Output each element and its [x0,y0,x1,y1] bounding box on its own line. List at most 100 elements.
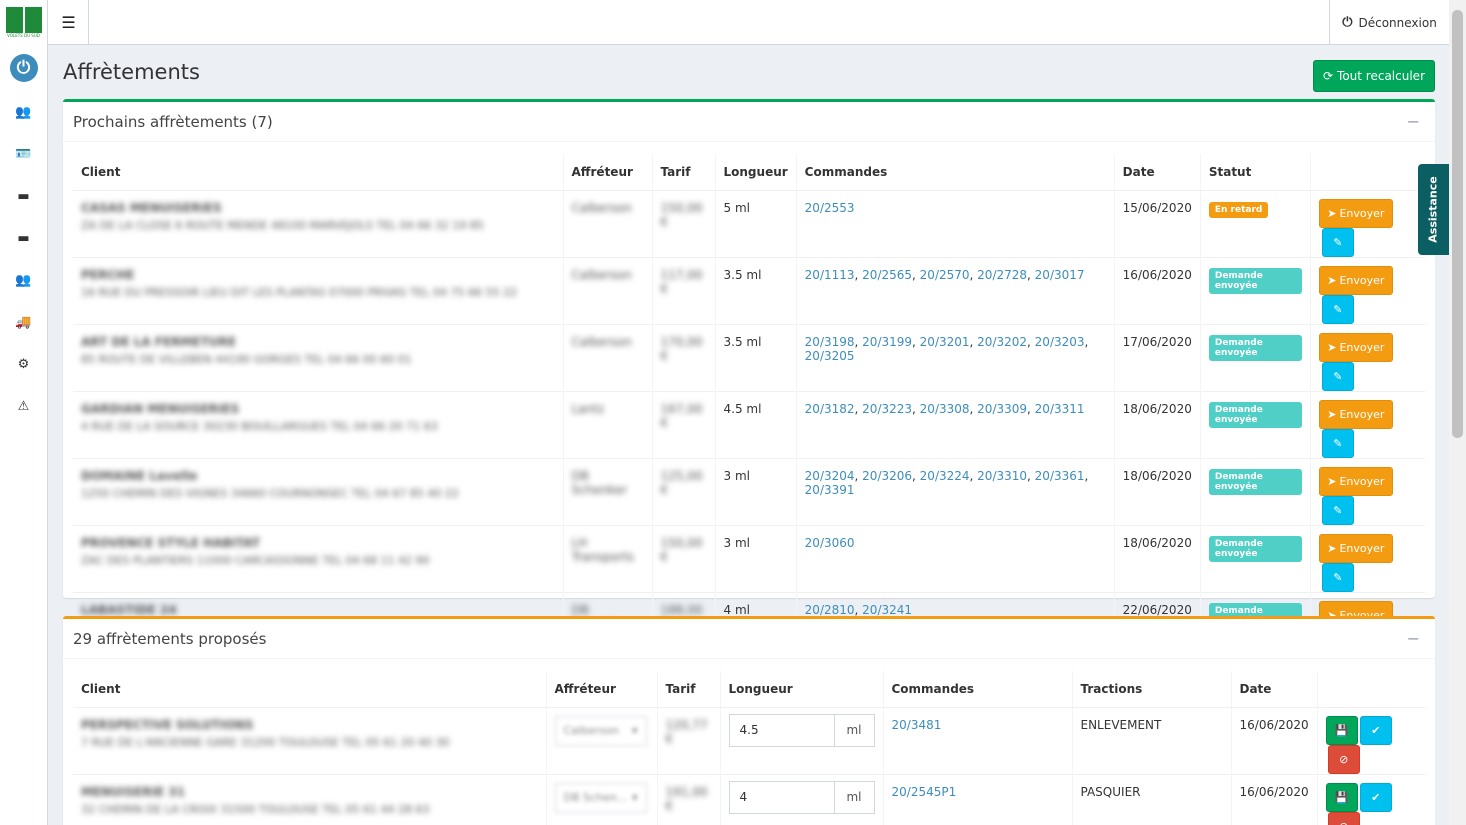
order-link[interactable]: 20/3204 [805,469,855,483]
affreteur-select[interactable]: DB Schen... ▾ [554,782,647,813]
column-header[interactable]: Tarif [651,154,715,191]
order-link[interactable]: 20/3182 [805,402,855,416]
order-link[interactable]: 20/3310 [977,469,1027,483]
check-icon: ✔ [1371,723,1381,737]
collapse-icon[interactable]: − [1407,629,1420,648]
sidebar-item-freight[interactable]: 🚚 [0,301,47,343]
validate-button[interactable]: ✔ [1359,782,1392,812]
reject-button[interactable]: ⊘ [1327,811,1360,825]
sidebar-item-archive-2[interactable]: ▬ [0,217,47,259]
order-link[interactable]: 20/2565 [862,268,912,282]
order-link[interactable]: 20/3224 [920,469,970,483]
order-link[interactable]: 20/3199 [862,335,912,349]
order-link[interactable]: 20/3309 [977,402,1027,416]
order-link[interactable]: 20/2553 [805,201,855,215]
order-link[interactable]: 20/3202 [977,335,1027,349]
column-header[interactable]: Tractions [1071,671,1231,708]
save-button[interactable]: 💾 [1325,782,1358,812]
actions-cell: ➤Envoyer ✎ [1309,390,1425,458]
edit-button[interactable]: ✎ [1321,361,1354,391]
edit-button[interactable]: ✎ [1321,428,1354,458]
order-link[interactable]: 20/3481 [892,718,942,732]
order-link[interactable]: 20/3206 [862,469,912,483]
order-link[interactable]: 20/3308 [920,402,970,416]
tarif-cell: 120,77 € [656,706,720,774]
order-link[interactable]: 20/3361 [1035,469,1085,483]
order-link[interactable]: 20/3223 [862,402,912,416]
column-header[interactable]: Date [1113,154,1201,191]
sidebar-item-users[interactable]: 👥 [0,259,47,301]
edit-button[interactable]: ✎ [1321,227,1354,257]
column-header[interactable]: Tarif [656,671,720,708]
tarif-cell: 117,00 € [651,256,715,324]
client-address: 16 RUE DU PRESSOIR LIEU DIT LES PLANTAS … [81,285,517,299]
column-header[interactable]: Commandes [795,154,1115,191]
order-link[interactable]: 20/1113 [805,268,855,282]
order-link[interactable]: 20/3017 [1035,268,1085,282]
save-button[interactable]: 💾 [1325,715,1358,745]
column-header[interactable]: Commandes [882,671,1072,708]
recalculate-all-button[interactable]: ⟳ Tout recalculer [1313,60,1435,92]
column-header[interactable]: Affréteur [545,671,657,708]
order-link[interactable]: 20/2545P1 [892,785,957,799]
order-link[interactable]: 20/3205 [805,349,855,363]
page-scrollbar[interactable] [1449,0,1466,825]
length-input[interactable]: 4.5 [728,713,835,747]
column-header[interactable]: Client [73,671,546,708]
collapse-icon[interactable]: − [1407,112,1420,131]
order-link[interactable]: 20/3198 [805,335,855,349]
send-button[interactable]: ➤ Envoyer [1318,198,1393,228]
column-header[interactable]: Affréteur [562,154,652,191]
order-link[interactable]: 20/2810 [805,603,855,617]
archive-icon: ▬ [17,230,30,246]
company-logo[interactable]: VOLETS DU SUD [0,0,48,45]
actions-cell: ➤Envoyer ✎ [1309,256,1425,324]
send-button[interactable]: ➤ Envoyer [1318,399,1393,429]
sidebar-item-home[interactable]: ⏻ [0,45,47,91]
order-link[interactable]: 20/2570 [920,268,970,282]
tarif-value: 120,77 € [665,717,708,746]
column-header[interactable]: Date [1230,671,1318,708]
edit-button[interactable]: ✎ [1321,562,1354,592]
order-link[interactable]: 20/3203 [1035,335,1085,349]
scrollbar-thumb[interactable] [1452,10,1463,438]
logo-text: VOLETS DU SUD [7,32,40,38]
affreteur-select[interactable]: Calberson ▾ [554,715,647,746]
date-cell: 15/06/2020 [1113,189,1201,257]
send-button[interactable]: ➤ Envoyer [1318,466,1393,496]
affreteur-cell: Calberson [562,256,652,324]
column-header[interactable]: Longueur [719,671,883,708]
client-cell: MENUISERIE 31 32 CHEMIN DE LA CROIX 31500… [73,773,546,825]
sidebar-toggle-button[interactable]: ☰ [49,0,89,45]
assistance-tab[interactable]: Assistance [1418,164,1449,255]
sidebar-item-settings[interactable]: ⚙ [0,343,47,385]
client-name: GARDIAN MENUISERIES [81,401,240,416]
send-button[interactable]: ➤ Envoyer [1318,533,1393,563]
send-label: Envoyer [1339,407,1385,421]
order-link[interactable]: 20/3060 [805,536,855,550]
order-link[interactable]: 20/3391 [805,483,855,497]
sidebar-item-archive-1[interactable]: ▬ [0,175,47,217]
send-label: Envoyer [1339,340,1385,354]
send-button[interactable]: ➤ Envoyer [1318,332,1393,362]
column-header[interactable]: Statut [1199,154,1311,191]
validate-button[interactable]: ✔ [1359,715,1392,745]
order-link[interactable]: 20/3241 [862,603,912,617]
sidebar-item-clients[interactable]: 👥 [0,91,47,133]
reject-button[interactable]: ⊘ [1327,744,1360,774]
order-link[interactable]: 20/2728 [977,268,1027,282]
sidebar-item-contacts[interactable]: 🪪 [0,133,47,175]
affreteur-value: Calberson [571,200,632,215]
order-link[interactable]: 20/3201 [920,335,970,349]
logout-button[interactable]: ⏻ Déconnexion [1329,0,1449,45]
edit-button[interactable]: ✎ [1321,495,1354,525]
edit-button[interactable]: ✎ [1321,294,1354,324]
column-header[interactable]: Longueur [714,154,797,191]
column-header[interactable]: Client [73,154,563,191]
upcoming-freight-header: Prochains affrètements (7) − [63,102,1435,142]
length-input[interactable]: 4 [728,780,835,814]
order-link[interactable]: 20/3311 [1035,402,1085,416]
send-button[interactable]: ➤ Envoyer [1318,265,1393,295]
client-address: 4 RUE DE LA SOURCE 30230 BOUILLARGUES TE… [81,419,438,433]
sidebar-item-alerts[interactable]: ⚠ [0,385,47,427]
